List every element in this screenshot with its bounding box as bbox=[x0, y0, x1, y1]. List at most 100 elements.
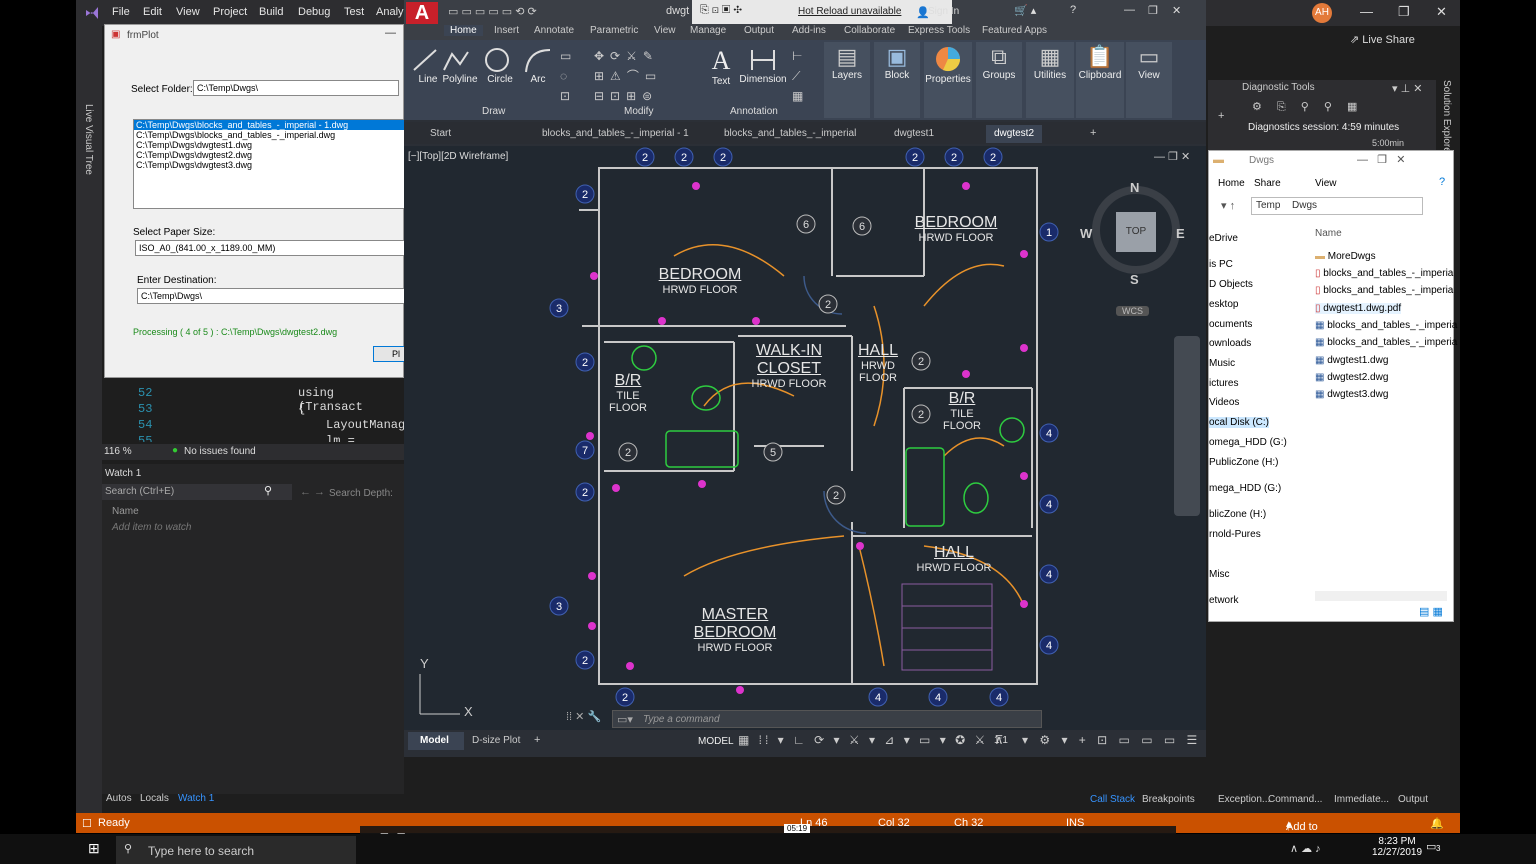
tab-parametric[interactable]: Parametric bbox=[590, 25, 638, 36]
close-icon[interactable]: ✕ bbox=[1436, 4, 1447, 20]
add-watch-item[interactable]: Add item to watch bbox=[112, 522, 191, 533]
file-item[interactable]: ▦ dwgtest3.dwg bbox=[1315, 389, 1388, 400]
command-line[interactable]: ▭▾ Type a command bbox=[612, 710, 1042, 728]
diag-plus-icon[interactable]: + bbox=[1218, 110, 1224, 122]
menu-edit[interactable]: Edit bbox=[143, 6, 162, 18]
file-list-item[interactable]: C:\Temp\Dwgs\dwgtest3.dwg bbox=[134, 160, 404, 170]
taskbar-search[interactable]: ⚲ Type here to search bbox=[116, 836, 356, 864]
tab-addins[interactable]: Add-ins bbox=[792, 25, 826, 36]
compass-north[interactable]: N bbox=[1130, 180, 1139, 195]
layers-tool[interactable]: ▤ Layers bbox=[824, 42, 870, 118]
live-visual-tree-tab[interactable]: Live Visual Tree bbox=[83, 104, 94, 175]
tab-output[interactable]: Output bbox=[744, 25, 774, 36]
menu-file[interactable]: File bbox=[112, 6, 130, 18]
tab-home[interactable]: Home bbox=[444, 25, 483, 36]
nav-item[interactable]: rnold-Pures bbox=[1209, 529, 1261, 540]
annotation-small-tools[interactable]: ⊢ ⟋ ▦ bbox=[792, 46, 803, 106]
nav-item[interactable]: D Objects bbox=[1209, 279, 1253, 290]
arc-tool[interactable]: Arc bbox=[522, 46, 554, 85]
hot-reload-status[interactable]: Hot Reload unavailable bbox=[798, 6, 901, 17]
sign-in-button[interactable]: Sign In bbox=[928, 6, 959, 17]
nav-item[interactable]: eDrive bbox=[1209, 233, 1238, 244]
file-list-item[interactable]: C:\Temp\Dwgs\blocks_and_tables_-_imperia… bbox=[134, 120, 404, 130]
menu-analyze[interactable]: Analy bbox=[376, 6, 404, 18]
doc-tab[interactable]: blocks_and_tables_-_imperial - 1 bbox=[534, 125, 697, 143]
windows-start-icon[interactable]: ⊞ bbox=[88, 840, 100, 857]
acad-restore-icon[interactable]: ❐ bbox=[1148, 4, 1158, 17]
tab-collaborate[interactable]: Collaborate bbox=[844, 25, 895, 36]
tab-locals[interactable]: Locals bbox=[140, 793, 169, 804]
tab-manage[interactable]: Manage bbox=[690, 25, 726, 36]
nav-item-selected[interactable]: ocal Disk (C:) bbox=[1209, 417, 1270, 428]
autocad-logo[interactable]: A bbox=[406, 2, 438, 24]
minimize-icon[interactable]: — bbox=[1360, 4, 1373, 19]
polyline-tool[interactable]: Polyline bbox=[440, 46, 480, 85]
tab-call-stack[interactable]: Call Stack bbox=[1090, 794, 1135, 805]
layout-tab[interactable]: D-size Plot bbox=[472, 735, 520, 746]
status-tools[interactable]: ▾ ⚙ ▾ + ⊡ ▭ ▭ ▭ ☰ bbox=[1022, 733, 1201, 747]
explorer-tab-share[interactable]: Share bbox=[1254, 178, 1281, 189]
file-list-item[interactable]: C:\Temp\Dwgs\dwgtest2.dwg bbox=[134, 150, 404, 160]
file-item[interactable]: ▦ blocks_and_tables_-_imperia bbox=[1315, 320, 1457, 331]
nav-item[interactable]: esktop bbox=[1209, 299, 1238, 310]
watch-search[interactable]: Search (Ctrl+E) ⚲ bbox=[102, 484, 292, 500]
tab-annotate[interactable]: Annotate bbox=[534, 25, 574, 36]
annotation-scale[interactable]: 1:1 bbox=[994, 735, 1008, 746]
destination-input[interactable]: C:\Temp\Dwgs\ bbox=[137, 288, 405, 304]
diag-toolbar-icons[interactable]: ⚙ ⎘ ⚲ ⚲ ▦ bbox=[1252, 100, 1363, 114]
address-bar[interactable]: Temp Dwgs bbox=[1251, 197, 1423, 215]
modify-tools[interactable]: ✥⟳⚔✎ ⊞⚠⌒▭ ⊟⊡⊞⊜ bbox=[594, 46, 690, 106]
code-editor[interactable]: 52 using (Transact 53 { 54 LayoutManag 5… bbox=[102, 378, 405, 460]
groups-tool[interactable]: ⧉ Groups bbox=[976, 42, 1022, 118]
drafting-toggles[interactable]: ▦ ⁞⁞ ▾ ∟ ⟳ ▾ ⚔ ▾ ⊿ ▾ ▭ ▾ ✪ ⚔ ⊼ bbox=[738, 733, 1006, 747]
doc-tab[interactable]: dwgtest1 bbox=[886, 125, 942, 143]
dimension-tool[interactable]: Dimension bbox=[738, 46, 788, 85]
diag-pin-icon[interactable]: ▾ ⊥ ✕ bbox=[1392, 82, 1422, 95]
utilities-tool[interactable]: ▦ Utilities bbox=[1026, 42, 1074, 118]
view-tool[interactable]: ▭ View bbox=[1126, 42, 1172, 118]
nav-item[interactable]: Music bbox=[1209, 358, 1235, 369]
block-tool[interactable]: ▣ Block bbox=[874, 42, 920, 118]
doc-tab-active[interactable]: dwgtest2 bbox=[986, 125, 1043, 143]
file-list-item[interactable]: C:\Temp\Dwgs\dwgtest1.dwg bbox=[134, 140, 404, 150]
tab-view[interactable]: View bbox=[654, 25, 676, 36]
nav-item[interactable]: Videos bbox=[1209, 397, 1239, 408]
quick-access-icons[interactable]: ▭ ▭ ▭ ▭ ▭ ⟲ ⟳ bbox=[448, 5, 537, 18]
explorer-tab-view[interactable]: View bbox=[1315, 178, 1337, 189]
nav-item[interactable]: etwork bbox=[1209, 595, 1238, 606]
text-tool[interactable]: A Text bbox=[706, 46, 736, 87]
explorer-tab-home[interactable]: Home bbox=[1218, 178, 1245, 189]
tab-immediate[interactable]: Immediate... bbox=[1334, 794, 1389, 805]
file-item-hover[interactable]: ▯ dwgtest1.dwg.pdf bbox=[1315, 303, 1402, 314]
menu-test[interactable]: Test bbox=[344, 6, 364, 18]
file-item[interactable]: ▬ MoreDwgs bbox=[1315, 251, 1376, 262]
clipboard-tool[interactable]: 📋 Clipboard bbox=[1076, 42, 1124, 118]
tab-insert[interactable]: Insert bbox=[494, 25, 519, 36]
annotation-panel-label[interactable]: Annotation bbox=[730, 106, 778, 117]
solution-explorer-tab[interactable]: Solution Explorer bbox=[1441, 80, 1452, 156]
help-icon[interactable]: ? bbox=[1439, 176, 1445, 188]
compass-south[interactable]: S bbox=[1130, 272, 1139, 287]
compass-east[interactable]: E bbox=[1176, 226, 1185, 241]
file-item[interactable]: ▦ dwgtest2.dwg bbox=[1315, 372, 1388, 383]
horizontal-scrollbar[interactable] bbox=[1315, 591, 1447, 601]
breadcrumb-dwgs[interactable]: Dwgs bbox=[1292, 200, 1317, 211]
file-list-item[interactable]: C:\Temp\Dwgs\blocks_and_tables_-_imperia… bbox=[134, 130, 404, 140]
nav-item[interactable]: is PC bbox=[1209, 259, 1233, 270]
nav-arrows-icon[interactable]: ▾ ↑ bbox=[1221, 199, 1235, 212]
drawing-viewport[interactable]: [−][Top][2D Wireframe] — ❐ ✕ 2 2 2 2 2 2… bbox=[404, 146, 1206, 730]
file-item[interactable]: ▯ blocks_and_tables_-_imperia bbox=[1315, 268, 1453, 279]
model-space-button[interactable]: MODEL bbox=[698, 736, 734, 747]
menu-build[interactable]: Build bbox=[259, 6, 283, 18]
menu-view[interactable]: View bbox=[176, 6, 200, 18]
notification-icon[interactable]: 🔔 bbox=[1430, 817, 1444, 830]
tray-icons[interactable]: ∧ ☁ ♪ bbox=[1290, 842, 1321, 855]
file-item[interactable]: ▦ dwgtest1.dwg bbox=[1315, 355, 1388, 366]
name-column-header[interactable]: Name bbox=[1315, 228, 1342, 239]
tab-watch1[interactable]: Watch 1 bbox=[178, 793, 214, 804]
arrow-right-icon[interactable]: → bbox=[314, 486, 325, 498]
acad-close-icon[interactable]: ✕ bbox=[1172, 4, 1181, 17]
avatar[interactable]: AH bbox=[1312, 3, 1332, 23]
restore-icon[interactable]: ❐ bbox=[1398, 4, 1410, 20]
menu-project[interactable]: Project bbox=[213, 6, 247, 18]
